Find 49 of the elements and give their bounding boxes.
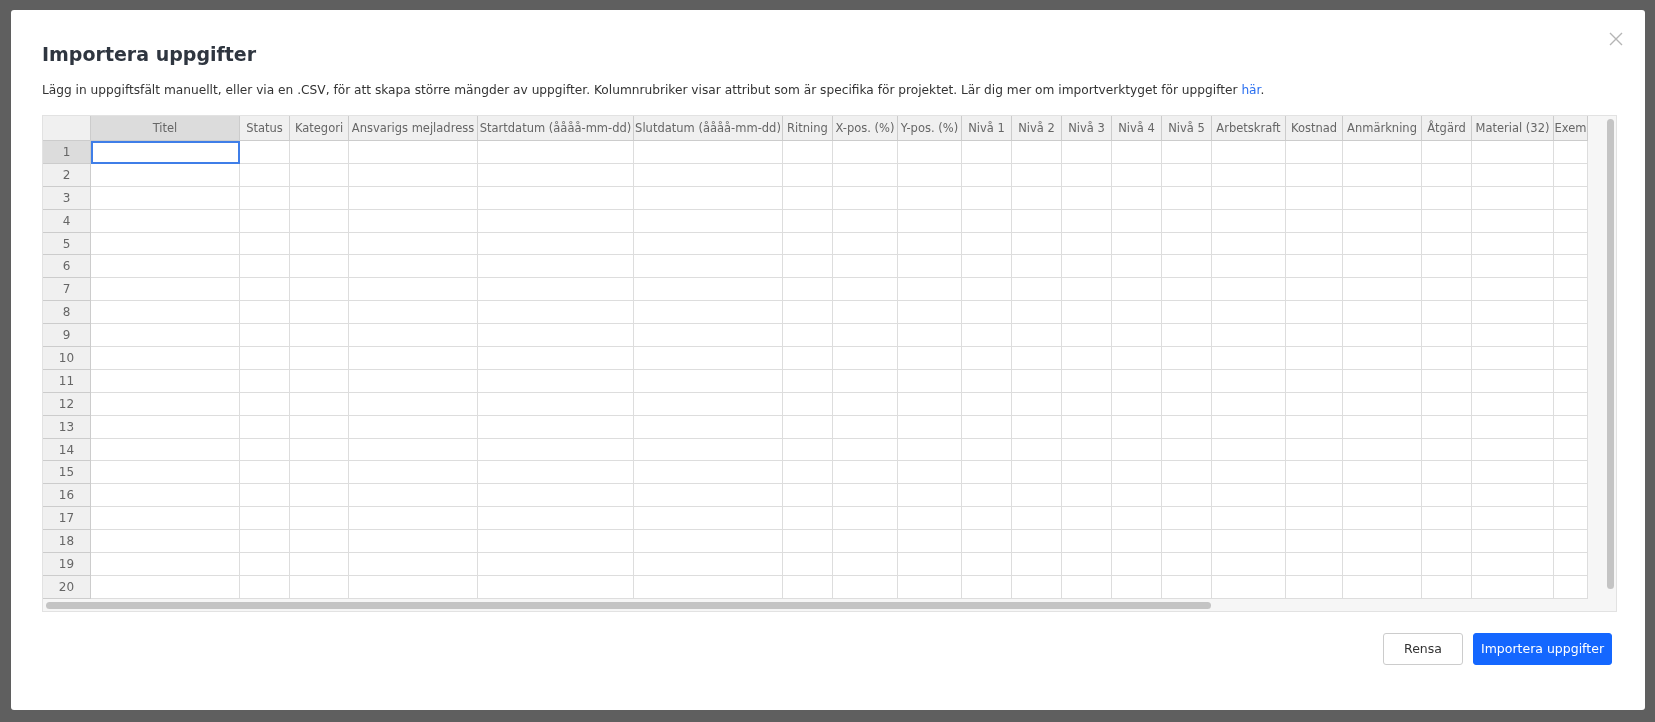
row-number[interactable]: 6 [43,255,91,279]
column-header[interactable]: Nivå 1 [962,116,1012,141]
table-cell[interactable] [91,141,240,164]
row-number[interactable]: 14 [43,438,91,462]
row-number[interactable]: 4 [43,209,91,233]
row-number[interactable]: 9 [43,324,91,347]
column-header[interactable]: Nivå 5 [1162,116,1212,141]
column-header[interactable]: Exem [1554,116,1588,141]
column-header[interactable]: Status [240,116,290,141]
column-header[interactable]: Material (32) [1472,116,1554,141]
row-number[interactable]: 8 [43,301,91,325]
vertical-scrollbar[interactable] [1606,119,1614,589]
row-number[interactable]: 13 [43,415,91,439]
row-number[interactable]: 3 [43,186,91,210]
row-number[interactable]: 12 [43,392,91,416]
description-text: Lägg in uppgiftsfält manuellt, eller via en .CSV, för att skapa större mängder av uppgifter. Kolumnrubriker visar attribut som är specifika för projektet. Lär dig mer om importverktyget för uppgifter här. [42,82,1266,99]
row-number[interactable]: 18 [43,530,91,554]
dialog-title: Importera uppgifter [42,42,258,67]
row-number[interactable]: 11 [43,369,91,393]
row-number[interactable]: 7 [43,278,91,302]
column-header[interactable]: Arbetskraft [1212,116,1286,141]
horizontal-scrollbar[interactable] [46,601,1211,609]
row-number[interactable]: 19 [43,553,91,576]
column-header[interactable]: Kostnad [1286,116,1343,141]
column-header[interactable]: Y-pos. (%) [898,116,962,141]
row-number[interactable]: 20 [43,575,91,599]
row-number[interactable]: 1 [43,141,91,164]
row-number[interactable]: 16 [43,484,91,508]
column-header[interactable]: Kategori [290,116,349,141]
column-header[interactable]: Ritning [783,116,833,141]
column-header[interactable]: Nivå 2 [1012,116,1062,141]
column-header[interactable]: Anmärkning [1343,116,1422,141]
column-header[interactable]: Slutdatum (åååå-mm-dd) [634,116,783,141]
column-header[interactable]: Startdatum (åååå-mm-dd) [478,116,634,141]
column-header[interactable]: Åtgärd [1422,116,1472,141]
row-number[interactable]: 5 [43,232,91,256]
column-header[interactable]: Titel [91,116,240,141]
row-number[interactable]: 10 [43,347,91,370]
row-number[interactable]: 15 [43,461,91,485]
row-number[interactable]: 2 [43,163,91,187]
close-icon[interactable] [1609,32,1623,46]
clear-button[interactable]: Rensa [1383,632,1463,665]
help-link[interactable]: här [1241,83,1261,97]
import-button[interactable]: Importera uppgifter [1473,632,1612,665]
column-header[interactable]: Ansvarigs mejladress [349,116,478,141]
row-number[interactable]: 17 [43,507,91,531]
column-header[interactable]: Nivå 4 [1112,116,1162,141]
column-header[interactable]: Nivå 3 [1062,116,1112,141]
column-header[interactable]: X-pos. (%) [833,116,898,141]
